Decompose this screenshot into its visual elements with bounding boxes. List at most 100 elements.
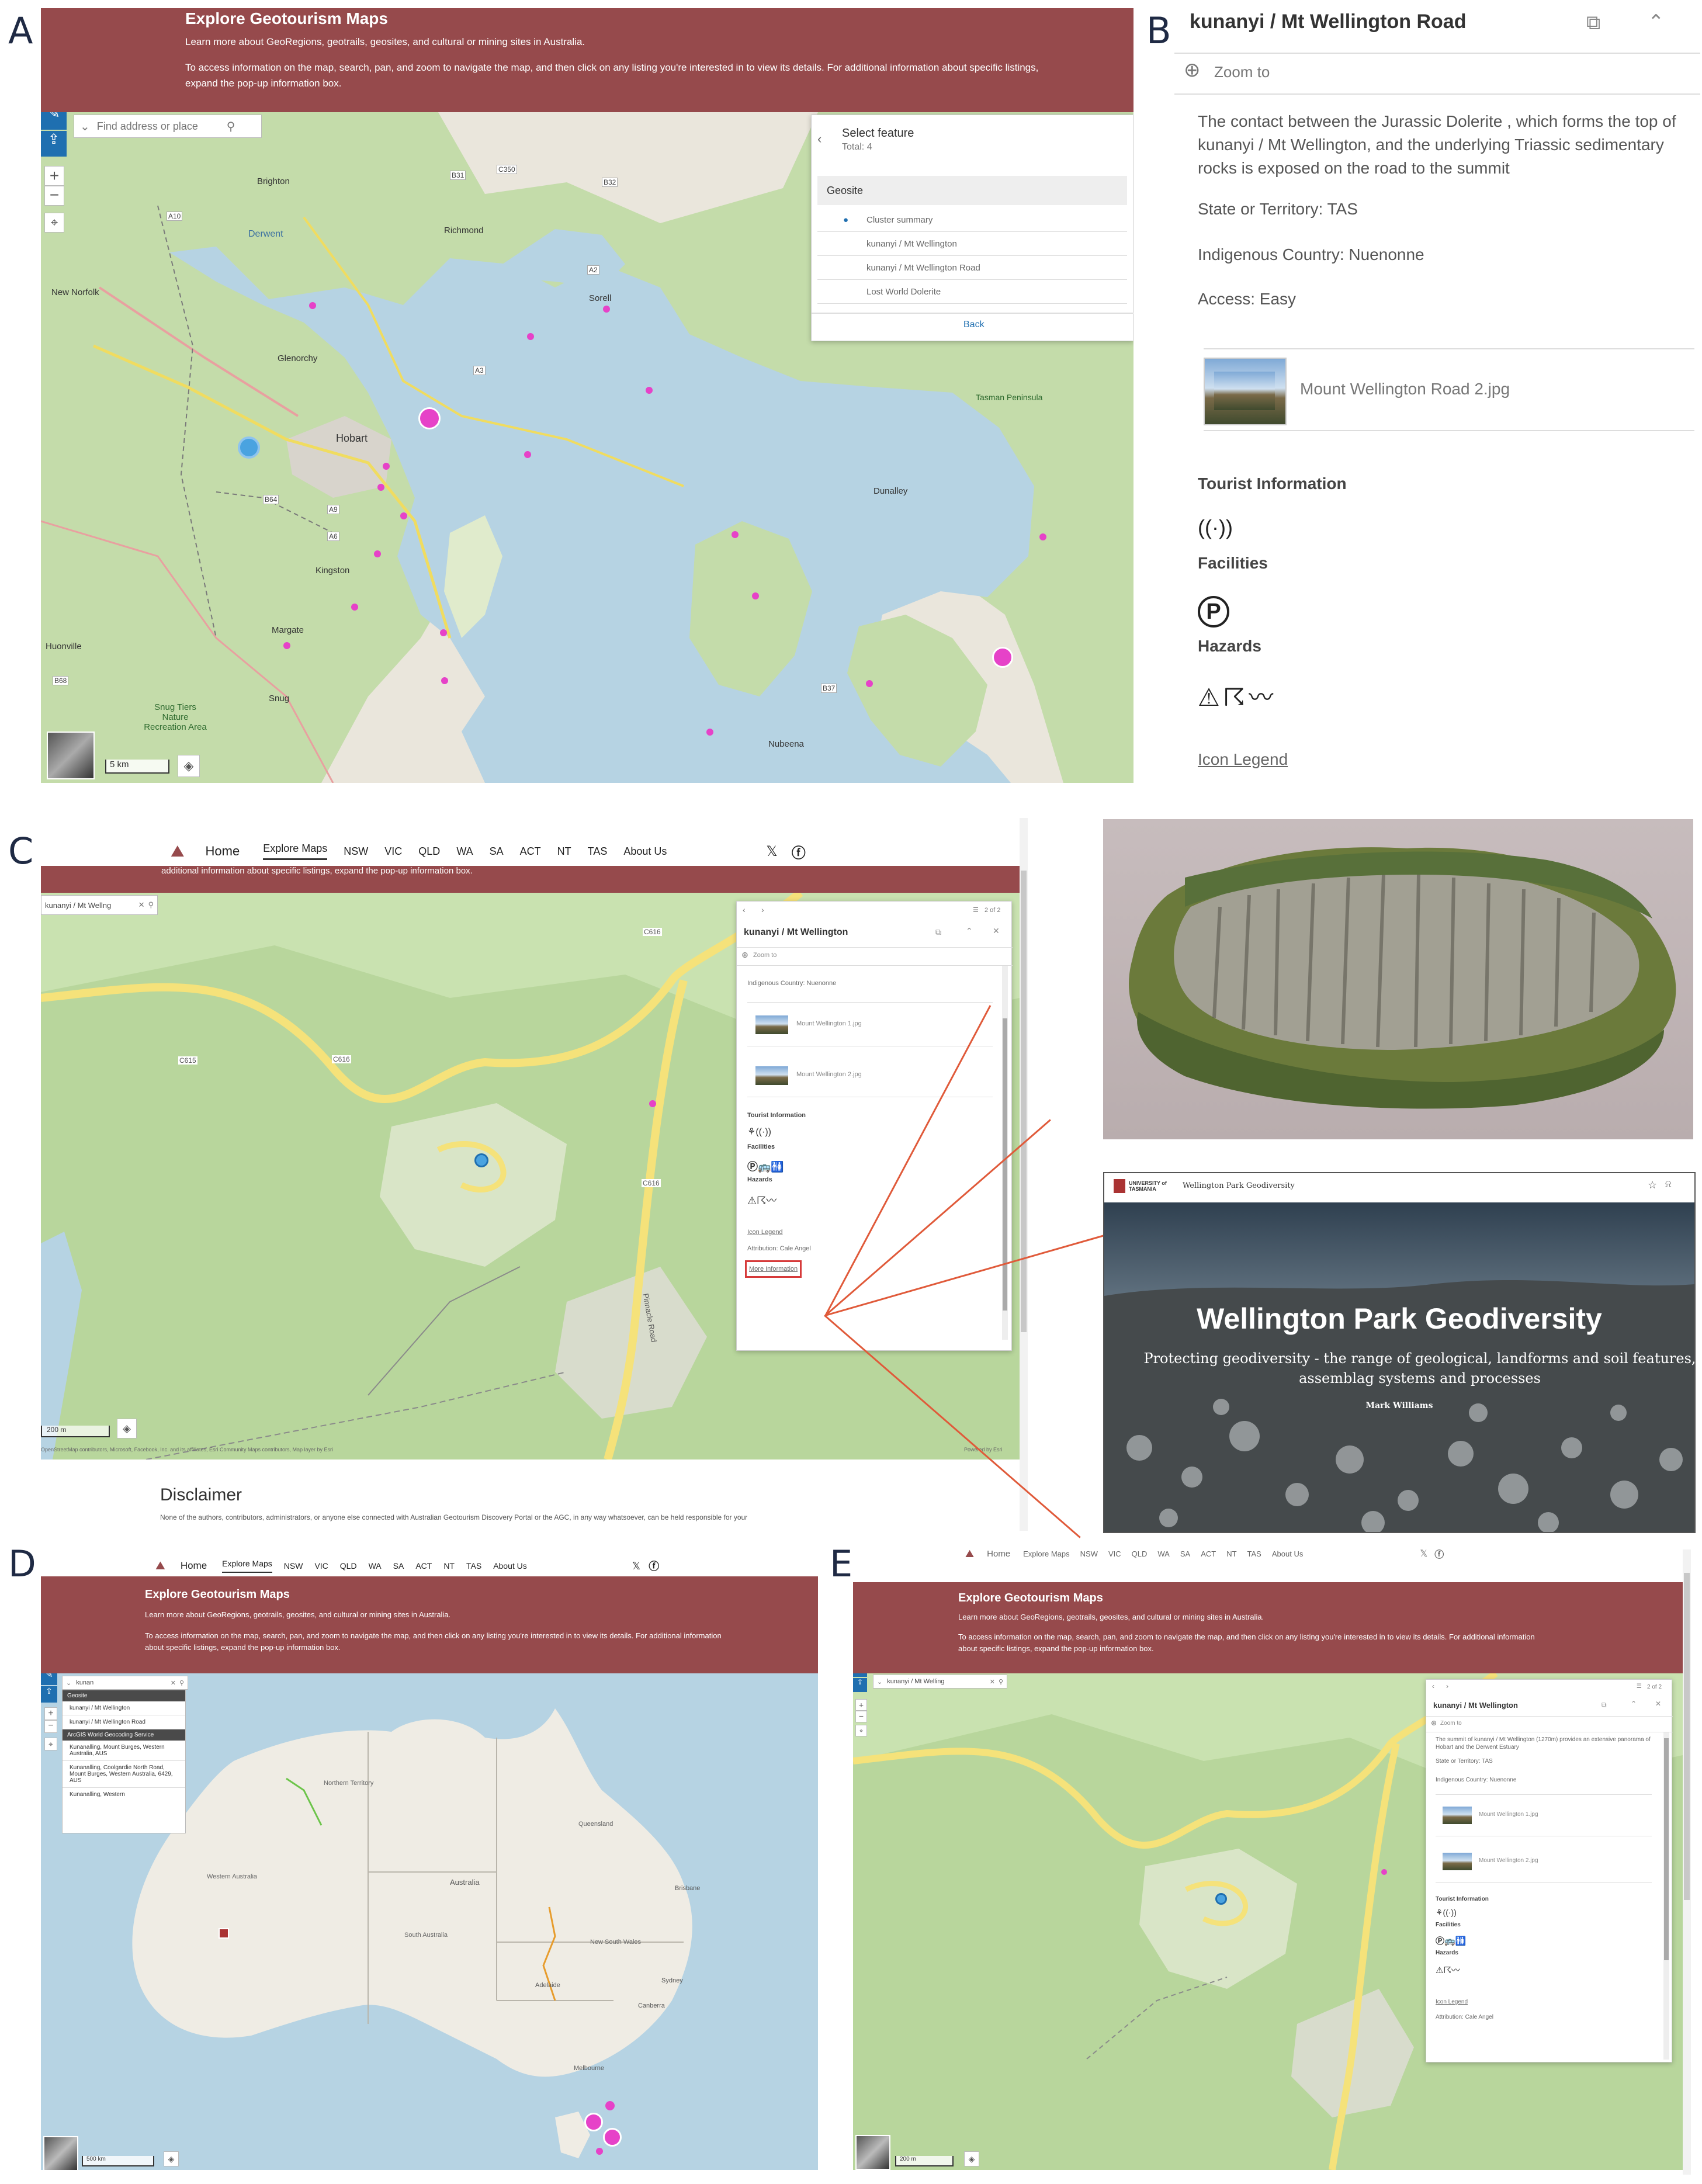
- chevron-up-icon[interactable]: ⌃: [966, 926, 973, 936]
- nav-item[interactable]: VIC: [1108, 1549, 1121, 1558]
- share-icon[interactable]: ⇪: [41, 1686, 57, 1703]
- layers-icon[interactable]: ◈: [178, 755, 200, 777]
- feature-list-item[interactable]: kunanyi / Mt Wellington: [817, 233, 1127, 256]
- nav-item[interactable]: TAS: [466, 1561, 481, 1571]
- basemap-thumbnail-icon[interactable]: [43, 2136, 78, 2170]
- search-icon[interactable]: ⚲: [179, 1679, 184, 1687]
- feature-list-item[interactable]: Lost World Dolerite: [817, 280, 1127, 304]
- zoom-to-button[interactable]: Zoom to: [1440, 1720, 1462, 1727]
- feature-list-item[interactable]: kunanyi / Mt Wellington Road: [817, 256, 1127, 280]
- dock-icon[interactable]: ⧉: [1586, 12, 1600, 34]
- nav-item[interactable]: WA: [1157, 1549, 1169, 1558]
- map-view-tasmania[interactable]: Brighton Richmond Sorell New Norfolk Gle…: [41, 112, 1133, 783]
- nav-item[interactable]: VIC: [314, 1561, 328, 1571]
- attachment-item[interactable]: Mount Wellington 2.jpg: [747, 1053, 993, 1097]
- attachment-item[interactable]: Mount Wellington 1.jpg: [747, 1002, 993, 1046]
- nav-item[interactable]: SA: [1180, 1549, 1190, 1558]
- geosite-marker[interactable]: [603, 306, 610, 313]
- chevron-right-icon[interactable]: ›: [761, 905, 764, 914]
- zoom-to-button[interactable]: Zoom to: [1214, 63, 1270, 81]
- search-icon[interactable]: ⚲: [999, 1678, 1003, 1686]
- share-icon[interactable]: ⇪: [41, 131, 67, 157]
- pencil-icon[interactable]: ✎: [853, 1673, 867, 1677]
- facebook-icon[interactable]: ⓕ: [1434, 1547, 1444, 1561]
- page-scrollbar-thumb[interactable]: [1684, 1573, 1690, 1900]
- map-view-australia[interactable]: Northern Territory Western Australia Que…: [41, 1673, 818, 2170]
- more-information-link[interactable]: More Information: [745, 1260, 802, 1278]
- back-button[interactable]: Back: [963, 320, 985, 330]
- search-input[interactable]: [95, 119, 227, 133]
- attachment-item[interactable]: Mount Wellington 1.jpg: [1436, 1794, 1652, 1836]
- nav-item[interactable]: WA: [369, 1561, 382, 1571]
- star-icon[interactable]: ☆: [1648, 1179, 1657, 1191]
- geosite-marker[interactable]: [440, 629, 447, 636]
- nav-item[interactable]: NSW: [284, 1561, 303, 1571]
- suggestion-item[interactable]: Kunanalling, Mount Burges, Western Austr…: [63, 1741, 185, 1761]
- icon-legend-link[interactable]: Icon Legend: [1436, 1999, 1468, 2005]
- chevron-left-icon[interactable]: ‹: [743, 905, 746, 914]
- compass-icon[interactable]: ⌖: [855, 1725, 867, 1736]
- zoom-icon[interactable]: ⊕: [741, 950, 748, 960]
- nav-home[interactable]: Home: [987, 1549, 1010, 1559]
- plus-icon[interactable]: +: [44, 1707, 57, 1720]
- compass-icon[interactable]: ⌖: [44, 1738, 57, 1750]
- close-icon[interactable]: ✕: [138, 900, 145, 910]
- search-input-value[interactable]: kunanyi / Mt Wellng: [45, 901, 135, 910]
- geosite-marker[interactable]: [383, 463, 390, 470]
- logo-icon[interactable]: ⛰: [965, 1548, 974, 1560]
- chevron-up-icon[interactable]: ⌃: [1648, 11, 1665, 34]
- map-view-mt-wellington[interactable]: C616 C615 C616 C616 Pinnacle Road kunany…: [41, 893, 1020, 1460]
- nav-explore-maps[interactable]: Explore Maps: [222, 1559, 272, 1573]
- logo-icon[interactable]: ⛰: [155, 1559, 165, 1573]
- suggestion-item[interactable]: kunanyi / Mt Wellington: [63, 1701, 185, 1715]
- nav-item[interactable]: SA: [393, 1561, 404, 1571]
- cluster-marker[interactable]: [418, 407, 441, 429]
- chevron-left-icon[interactable]: ‹: [1432, 1682, 1434, 1690]
- attachment-item[interactable]: Mount Wellington Road 2.jpg: [1204, 348, 1694, 431]
- basemap-thumbnail-icon[interactable]: [855, 2135, 890, 2170]
- basemap-thumbnail-icon[interactable]: [47, 732, 95, 779]
- geosite-marker[interactable]: [1039, 533, 1046, 540]
- geosite-marker[interactable]: [752, 592, 759, 599]
- selected-feature-marker[interactable]: [474, 1153, 488, 1167]
- chevron-up-icon[interactable]: ⌃: [1631, 1700, 1637, 1708]
- chevron-down-icon[interactable]: ⌄: [80, 119, 90, 134]
- pencil-icon[interactable]: ✎: [41, 1673, 57, 1685]
- nav-item[interactable]: NT: [1226, 1549, 1236, 1558]
- close-icon[interactable]: ✕: [171, 1679, 176, 1687]
- pencil-icon[interactable]: ✎: [41, 112, 67, 130]
- geosite-marker[interactable]: [706, 729, 713, 736]
- georegion-marker[interactable]: [219, 1928, 229, 1939]
- nav-item[interactable]: About Us: [1272, 1549, 1303, 1558]
- nav-item[interactable]: NT: [443, 1561, 455, 1571]
- dock-icon[interactable]: ⧉: [1602, 1701, 1607, 1710]
- cluster-marker[interactable]: [603, 2128, 622, 2147]
- zoom-icon[interactable]: ⊕: [1431, 1719, 1437, 1727]
- nav-item[interactable]: QLD: [418, 845, 440, 858]
- logo-icon[interactable]: ⛰: [171, 842, 185, 861]
- share-icon[interactable]: ⇪: [853, 1678, 867, 1692]
- layers-icon[interactable]: ◈: [117, 1419, 137, 1438]
- nav-item[interactable]: ACT: [1201, 1549, 1216, 1558]
- nav-item[interactable]: WA: [456, 845, 473, 858]
- suggestion-item[interactable]: Kunanalling, Western: [63, 1788, 185, 1801]
- geosite-marker[interactable]: [1381, 1869, 1387, 1875]
- facebook-icon[interactable]: ⓕ: [649, 1558, 659, 1573]
- nav-explore-maps[interactable]: Explore Maps: [263, 843, 328, 860]
- zoom-icon[interactable]: ⊕: [1184, 58, 1201, 82]
- geosite-marker[interactable]: [732, 531, 739, 538]
- nav-item[interactable]: NSW: [1080, 1549, 1098, 1558]
- suggestion-item[interactable]: kunanyi / Mt Wellington Road: [63, 1715, 185, 1729]
- layers-icon[interactable]: ◈: [164, 2151, 179, 2166]
- geosite-marker[interactable]: [283, 642, 290, 649]
- nav-item[interactable]: VIC: [384, 845, 402, 858]
- search-widget[interactable]: ⌄ ⚲: [74, 115, 262, 138]
- icon-legend-link[interactable]: Icon Legend: [1198, 750, 1288, 769]
- list-icon[interactable]: ☰: [973, 906, 979, 914]
- geosite-marker[interactable]: [866, 680, 873, 687]
- nav-item[interactable]: About Us: [493, 1561, 527, 1571]
- geosite-marker[interactable]: [649, 1100, 656, 1107]
- x-logo-icon[interactable]: 𝕏: [1420, 1548, 1427, 1559]
- scrollbar-track[interactable]: [1002, 966, 1008, 1340]
- search-widget[interactable]: kunanyi / Mt Wellng ✕ ⚲: [41, 895, 158, 915]
